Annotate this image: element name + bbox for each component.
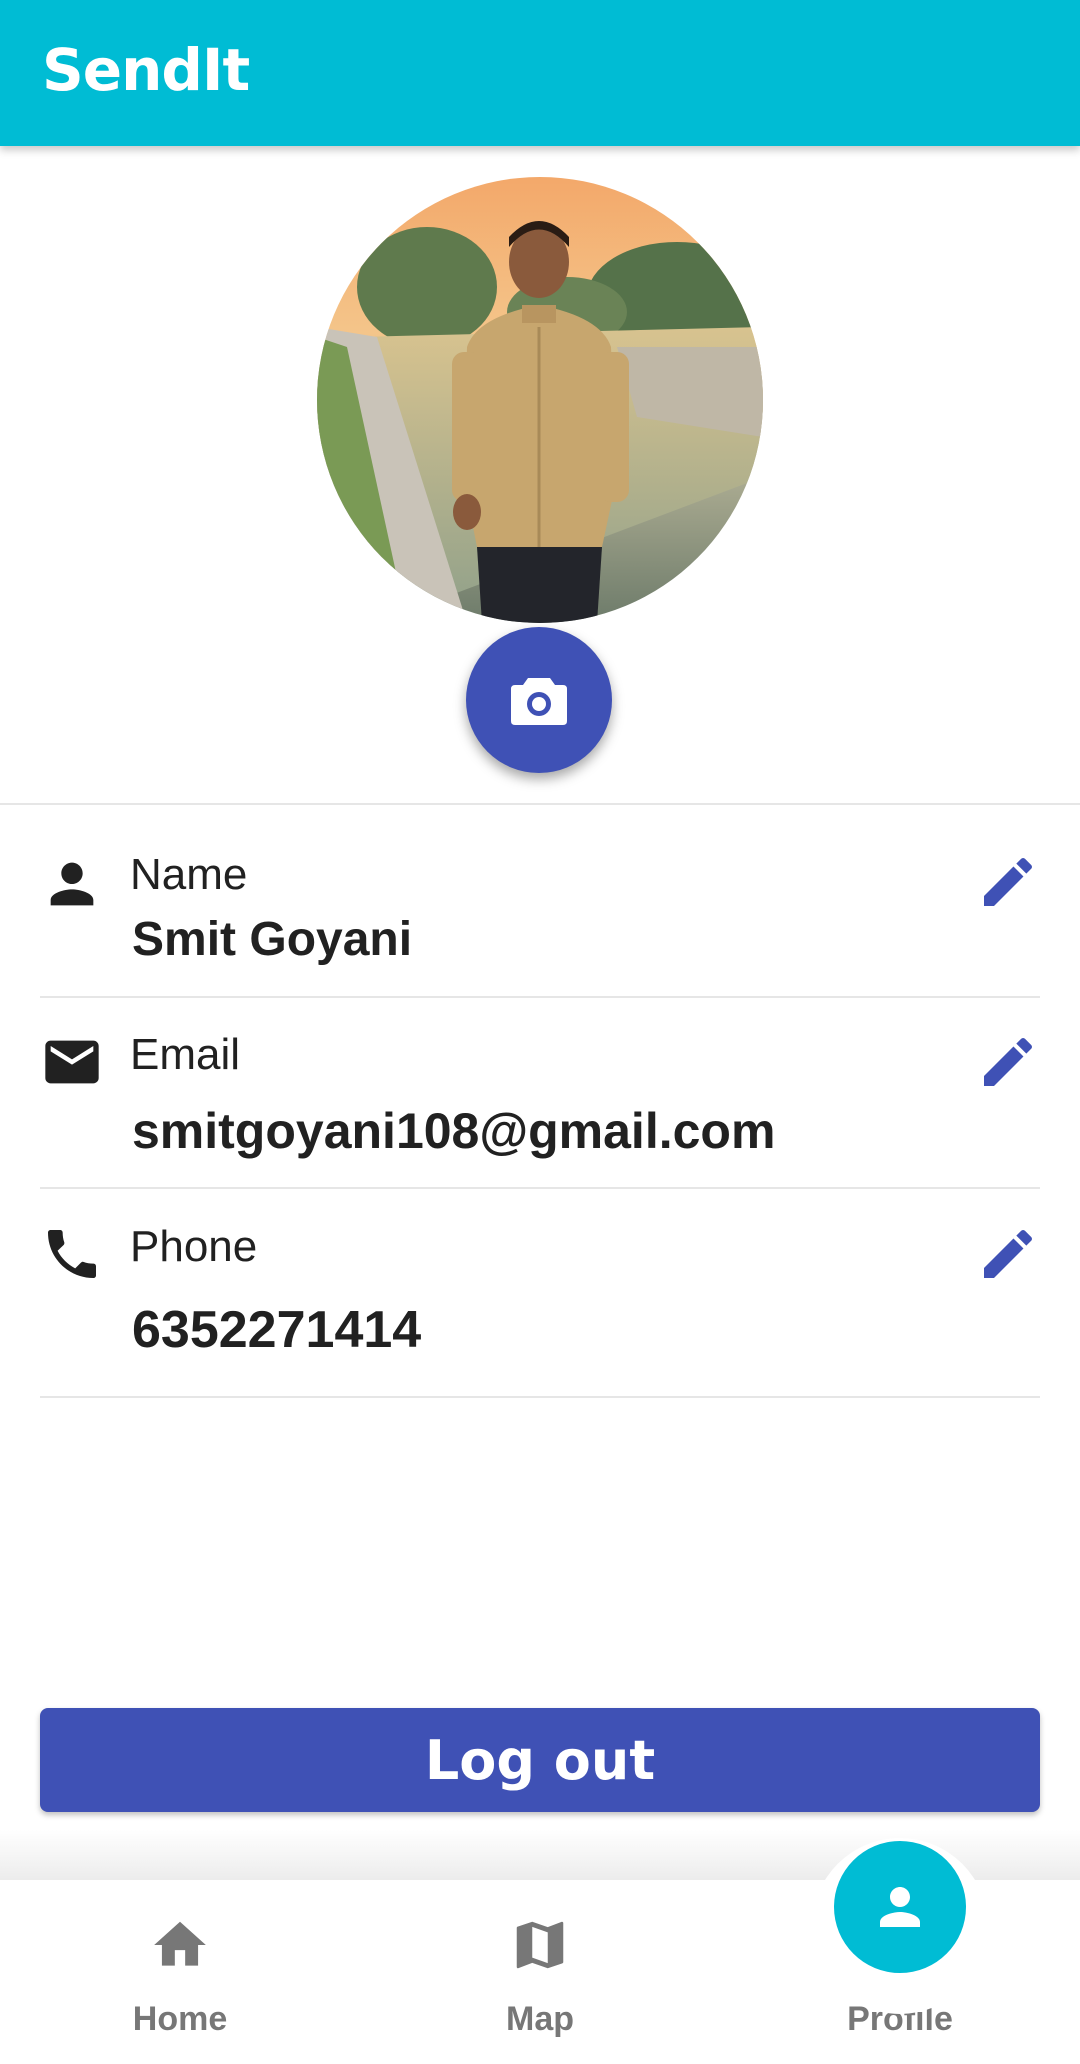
app-title: SendIt <box>42 36 250 104</box>
change-photo-button[interactable] <box>466 627 612 773</box>
profile-photo-image <box>317 177 763 623</box>
home-icon <box>154 1921 206 1966</box>
edit-email-button[interactable] <box>976 1030 1040 1094</box>
name-label: Name <box>130 850 248 899</box>
name-value: Smit Goyani <box>132 913 413 966</box>
edit-name-button[interactable] <box>976 850 1040 914</box>
phone-label: Phone <box>130 1222 258 1271</box>
phone-icon <box>48 1230 96 1278</box>
section-divider <box>0 803 1080 805</box>
row-divider <box>40 1187 1040 1189</box>
nav-label-home: Home <box>132 2000 228 2038</box>
app-bar: SendIt <box>0 0 1080 146</box>
email-row: Email smitgoyani108@gmail.com <box>40 1020 1040 1190</box>
camera-icon <box>511 678 567 725</box>
email-label: Email <box>130 1030 241 1079</box>
nav-item-home[interactable]: Home <box>0 1880 360 2064</box>
phone-row: Phone 6352271414 <box>40 1212 1040 1392</box>
name-row: Name Smit Goyani <box>40 840 1040 1000</box>
email-value: smitgoyani108@gmail.com <box>132 1103 776 1159</box>
nav-item-map[interactable]: Map <box>360 1880 720 2064</box>
mail-icon <box>45 1040 99 1084</box>
nav-profile-active-button[interactable] <box>834 1841 966 1973</box>
person-icon <box>880 1887 920 1927</box>
phone-value: 6352271414 <box>132 1301 422 1359</box>
logout-button[interactable]: Log out <box>40 1708 1040 1812</box>
map-icon <box>516 1921 564 1969</box>
person-icon <box>50 862 94 906</box>
edit-phone-button[interactable] <box>976 1222 1040 1286</box>
row-divider <box>40 1396 1040 1398</box>
profile-screen: SendIt Name Smit Goyani Email smitgoyani… <box>0 0 1080 2064</box>
profile-photo <box>317 177 763 623</box>
row-divider <box>40 996 1040 998</box>
nav-label-map: Map <box>506 2000 574 2038</box>
